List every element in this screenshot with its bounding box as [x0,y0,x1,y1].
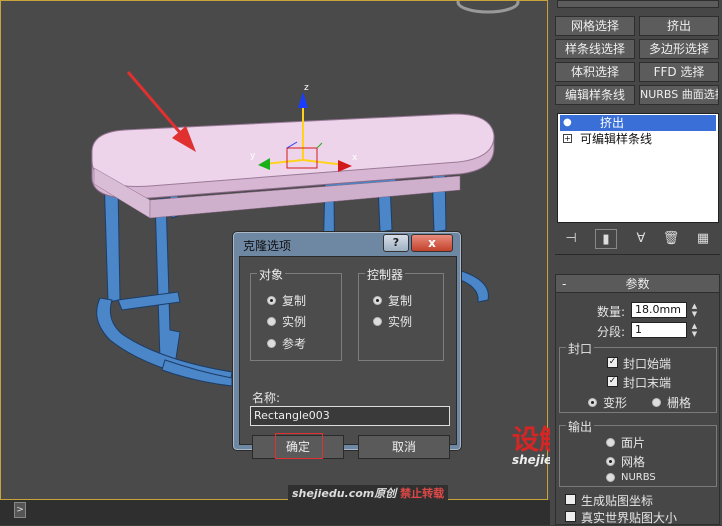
object-option-copy[interactable]: 复制 [267,292,306,309]
cap-end-label: 封口末端 [623,376,672,390]
real-world-map-size-label: 真实世界贴图大小 [581,511,678,525]
cap-start-checkbox[interactable]: ✓ [607,357,618,368]
ok-button[interactable]: 确定 [252,433,344,459]
cap-start-label: 封口始端 [623,357,672,371]
controller-option-instance[interactable]: 实例 [373,313,412,330]
radio-icon [373,296,382,305]
amount-spinner-input[interactable]: 18.0mm [631,302,687,318]
object-option-instance[interactable]: 实例 [267,313,306,330]
help-button[interactable]: ? [383,234,409,252]
amount-spinner-arrows[interactable]: ▲ ▼ [690,302,699,318]
controller-group-title: 控制器 [365,266,406,283]
object-group: 对象 复制 实例 参考 [250,266,342,361]
timeline-bar [0,500,550,525]
object-group-title: 对象 [257,266,286,283]
real-world-map-size-checkbox[interactable] [565,511,576,522]
controller-group: 控制器 复制 实例 [358,266,444,361]
segments-spinner-arrows[interactable]: ▲ ▼ [690,322,699,338]
modifier-btn-ffd-select[interactable]: FFD 选择 [639,62,719,82]
radio-icon [606,457,615,466]
modifier-btn-edit-spline[interactable]: 编辑样条线 [555,85,635,105]
stack-item-extrude[interactable]: ● 挤出 [560,115,716,131]
modifier-list-dropdown[interactable] [557,0,719,8]
nurbs-radio[interactable]: NURBS [606,472,656,483]
patch-radio[interactable]: 面片 [606,434,645,451]
modifier-btn-volume-select[interactable]: 体积选择 [555,62,635,82]
gen-map-coords-label: 生成贴图坐标 [581,494,654,508]
name-input[interactable]: Rectangle003 [250,406,450,426]
radio-icon [267,296,276,305]
clone-options-dialog: 克隆选项 ? x 对象 复制 实例 参考 控制器 复制 实例 名称: Recta… [232,231,462,459]
parameters-rollout-title[interactable]: - 参数 [556,275,719,293]
name-label: 名称: [252,391,281,405]
amount-label: 数量: [597,305,626,319]
ok-highlight-box [275,433,323,459]
object-option-reference[interactable]: 参考 [267,335,306,352]
radio-icon [652,398,661,407]
show-end-result-icon[interactable]: ▮ [595,229,617,249]
cap-end-checkbox[interactable]: ✓ [607,376,618,387]
cancel-button[interactable]: 取消 [358,435,450,459]
expand-plus-icon[interactable]: + [563,134,572,143]
radio-icon [606,473,615,482]
stack-item-editable-spline[interactable]: + 可编辑样条线 [560,131,716,147]
configure-sets-icon[interactable]: ▦ [692,229,714,249]
modifier-btn-poly-select[interactable]: 多边形选择 [639,39,719,59]
capping-group-title: 封口 [566,340,595,357]
gen-map-coords-checkbox[interactable] [565,494,576,505]
pin-stack-icon[interactable]: ⊣ [560,229,582,249]
remove-modifier-icon[interactable]: 🗑 [660,229,682,249]
modifier-btn-extrude[interactable]: 挤出 [639,16,719,36]
controller-option-copy[interactable]: 复制 [373,292,412,309]
mesh-radio[interactable]: 网格 [606,453,645,470]
segments-spinner-input[interactable]: 1 [631,322,687,338]
modifier-btn-nurbs-surface-select[interactable]: NURBS 曲面选择 [639,85,719,105]
segments-label: 分段: [597,325,626,339]
radio-icon [373,317,382,326]
timeline-arrow-button[interactable]: > [14,502,26,518]
radio-icon [588,398,597,407]
panel-divider [555,254,720,255]
dialog-title: 克隆选项 [243,239,292,253]
modifier-btn-spline-select[interactable]: 样条线选择 [555,39,635,59]
radio-icon [267,317,276,326]
morph-radio[interactable]: 变形 [588,394,627,411]
radio-icon [606,438,615,447]
radio-icon [267,339,276,348]
modifier-stack-list[interactable]: ● 挤出 + 可编辑样条线 [557,113,719,223]
output-group-title: 输出 [566,418,595,435]
dialog-body: 对象 复制 实例 参考 控制器 复制 实例 名称: Rectangle003 确… [239,256,457,459]
grid-radio[interactable]: 栅格 [652,394,691,411]
lightbulb-icon[interactable]: ● [563,115,572,131]
close-button[interactable]: x [411,234,453,252]
modifier-btn-mesh-select[interactable]: 网格选择 [555,16,635,36]
make-unique-icon[interactable]: ∀ [630,229,652,249]
